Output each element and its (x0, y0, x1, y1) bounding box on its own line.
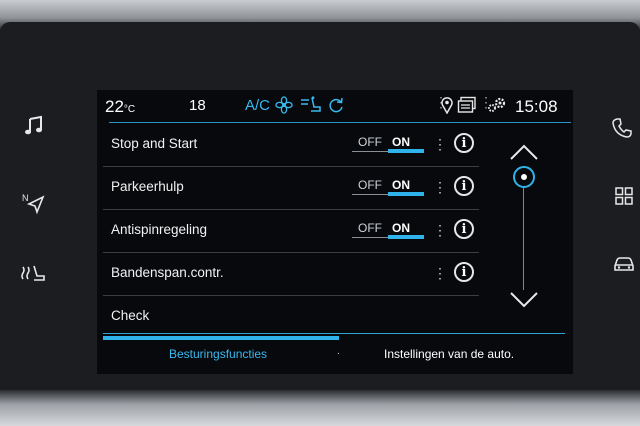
car-icon[interactable] (604, 246, 640, 282)
scroll-down-button[interactable] (509, 290, 539, 315)
temperature-value: 22 (105, 97, 124, 116)
recirculation-icon[interactable] (327, 96, 345, 118)
more-options-icon[interactable]: ⋮ (433, 265, 447, 282)
toggle-off-label: OFF (358, 135, 382, 149)
toggle-indicator (388, 235, 424, 239)
dashboard-trim-bottom (0, 390, 640, 426)
toggle-indicator (388, 149, 424, 153)
info-icon[interactable]: i (454, 176, 474, 196)
seat-airflow-icon[interactable] (300, 96, 322, 118)
setting-row-bandenspanning[interactable]: Bandenspan.contr. ⋮ i (103, 253, 479, 296)
setting-row-parkeerhulp: Parkeerhulp OFF ON ⋮ i (103, 167, 479, 210)
active-tab-indicator (103, 336, 339, 340)
climate-seat-icon[interactable] (14, 255, 54, 291)
info-glyph: i (461, 135, 467, 151)
apps-grid-icon[interactable] (604, 178, 640, 214)
navigation-card-icon[interactable] (457, 96, 477, 118)
tab-separator: . (337, 346, 340, 357)
setting-row-stop-and-start: Stop and Start OFF ON ⋮ i (103, 124, 479, 167)
phone-icon[interactable] (602, 110, 640, 146)
parkeerhulp-toggle[interactable]: OFF ON (352, 176, 424, 198)
clock: 15:08 (515, 97, 558, 116)
location-pin-icon[interactable] (440, 96, 454, 118)
setting-label: Antispinregeling (111, 222, 208, 237)
antispinregeling-toggle[interactable]: OFF ON (352, 219, 424, 241)
stop-and-start-toggle[interactable]: OFF ON (352, 133, 424, 155)
info-icon[interactable]: i (454, 219, 474, 239)
tab-instellingen-van-de-auto[interactable]: Instellingen van de auto. (384, 347, 514, 361)
tab-besturingsfuncties[interactable]: Besturingsfuncties (169, 347, 267, 361)
info-icon[interactable]: i (454, 262, 474, 282)
more-options-icon[interactable]: ⋮ (433, 179, 447, 196)
infotainment-screen: 22°C 18 A/C ⋮ ⋮ 15:08 Stop and Start OFF (97, 90, 573, 374)
toggle-on-label: ON (392, 221, 410, 235)
setting-label: Stop and Start (111, 136, 198, 151)
scrollbar-thumb-dot (521, 174, 527, 180)
toggle-off-label: OFF (358, 178, 382, 192)
setting-label: Check (111, 308, 150, 323)
info-icon[interactable]: i (454, 133, 474, 153)
info-glyph: i (461, 264, 467, 280)
setting-label: Bandenspan.contr. (111, 265, 224, 280)
setting-row-antispinregeling: Antispinregeling OFF ON ⋮ i (103, 210, 479, 253)
more-options-icon[interactable]: ⋮ (433, 136, 447, 153)
info-glyph: i (461, 178, 467, 194)
fan-icon[interactable] (275, 96, 293, 118)
temperature-unit: °C (123, 104, 136, 115)
toggle-on-label: ON (392, 135, 410, 149)
temperature-left[interactable]: 22°C (105, 97, 135, 117)
tabbar-divider (103, 333, 565, 334)
status-divider (109, 122, 571, 123)
toggle-indicator (388, 192, 424, 196)
more-options-icon[interactable]: ⋮ (433, 222, 447, 239)
svg-text:N: N (22, 193, 29, 203)
scrollbar-thumb[interactable] (513, 166, 535, 188)
info-glyph: i (461, 221, 467, 237)
music-icon[interactable] (14, 108, 54, 144)
scroll-up-button[interactable] (509, 142, 539, 167)
settings-gear-icon[interactable] (486, 96, 508, 118)
status-bar: 22°C 18 A/C ⋮ ⋮ 15:08 (97, 90, 573, 122)
navigation-icon[interactable]: N (14, 185, 54, 221)
ac-button[interactable]: A/C (245, 97, 270, 114)
setting-label: Parkeerhulp (111, 179, 184, 194)
toggle-on-label: ON (392, 178, 410, 192)
fan-level[interactable]: 18 (189, 97, 206, 114)
toggle-off-label: OFF (358, 221, 382, 235)
setting-row-check[interactable]: Check (103, 296, 479, 330)
